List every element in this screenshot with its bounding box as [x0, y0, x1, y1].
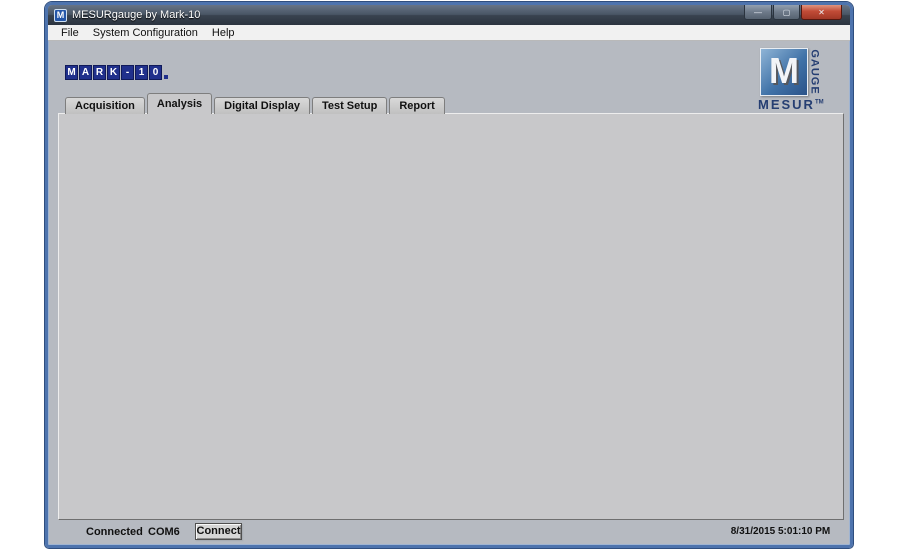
title-bar[interactable]: M MESURgauge by Mark-10 — ▢ ✕	[48, 5, 850, 25]
mark10-letter-block: 0	[149, 65, 162, 80]
mark10-letter-block: -	[121, 65, 134, 80]
mesur-m-icon: M	[760, 48, 808, 96]
close-button[interactable]: ✕	[801, 5, 842, 20]
menu-help[interactable]: Help	[205, 27, 242, 39]
app-icon: M	[54, 9, 67, 22]
mark10-letter-block: 1	[135, 65, 148, 80]
tab-digital-display[interactable]: Digital Display	[214, 97, 310, 114]
mark10-letter-block: K	[107, 65, 120, 80]
connection-status: Connected	[86, 526, 143, 538]
menu-file[interactable]: File	[54, 27, 86, 39]
mark10-letter-block: M	[65, 65, 78, 80]
screen: M MESURgauge by Mark-10 — ▢ ✕ FileSystem…	[0, 0, 900, 550]
status-datetime: 8/31/2015 5:01:10 PM	[723, 526, 838, 537]
maximize-button[interactable]: ▢	[773, 5, 800, 20]
tab-test-setup[interactable]: Test Setup	[312, 97, 387, 114]
mesur-gauge-text: GAUGE	[809, 47, 823, 97]
tab-strip: AcquisitionAnalysisDigital DisplayTest S…	[65, 96, 447, 114]
mesurgauge-logo: M GAUGE MESURTM	[756, 45, 856, 115]
mesur-name-text: MESURTM	[758, 97, 824, 112]
menu-system-configuration[interactable]: System Configuration	[86, 27, 205, 39]
mark10-logo: MARK-10	[65, 65, 168, 80]
tab-acquisition[interactable]: Acquisition	[65, 97, 145, 114]
mark10-letter-block: A	[79, 65, 92, 80]
connect-button[interactable]: Connect	[195, 523, 242, 540]
minimize-button[interactable]: —	[744, 5, 772, 20]
trademark-symbol: TM	[815, 100, 824, 106]
mark10-letter-block: R	[93, 65, 106, 80]
menu-bar: FileSystem ConfigurationHelp	[48, 25, 850, 41]
tab-analysis[interactable]: Analysis	[147, 93, 212, 114]
app-window: M MESURgauge by Mark-10 — ▢ ✕ FileSystem…	[45, 2, 853, 548]
tab-report[interactable]: Report	[389, 97, 444, 114]
mark10-dot	[164, 75, 168, 79]
com-port: COM6	[148, 526, 180, 538]
analysis-tab-page	[58, 113, 844, 520]
window-title: MESURgauge by Mark-10	[72, 9, 200, 21]
